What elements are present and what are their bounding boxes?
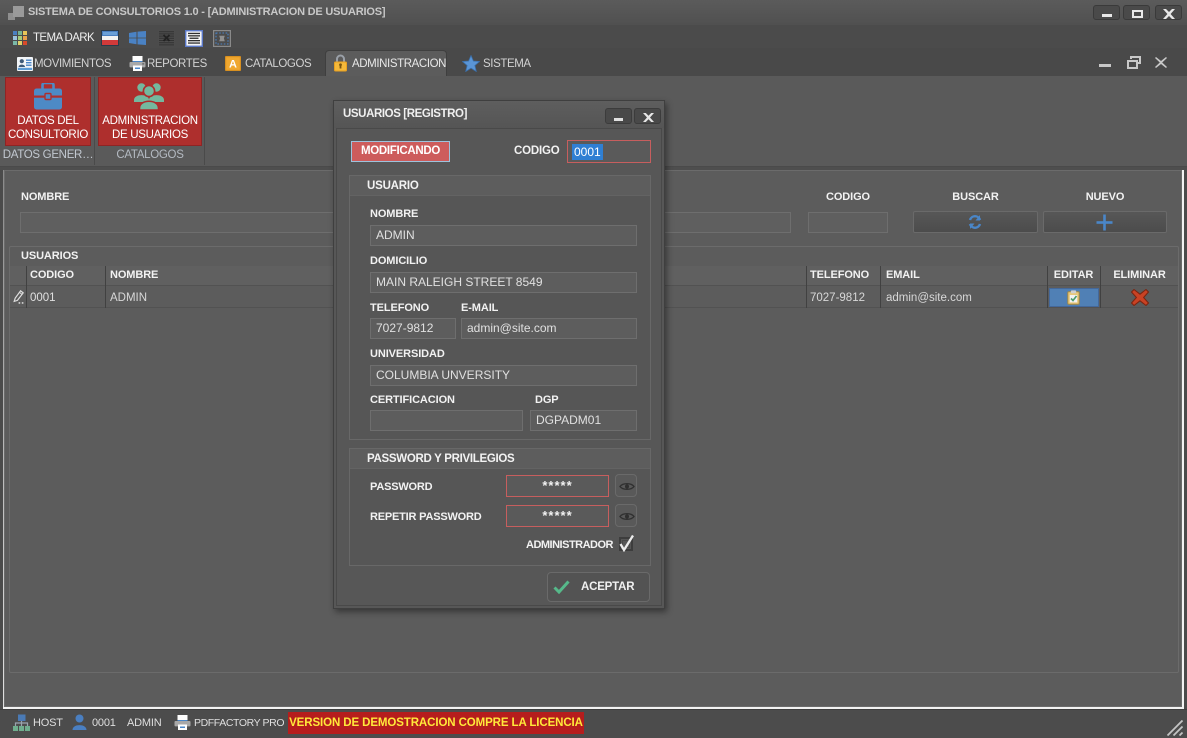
svg-text:A: A [229,59,237,71]
